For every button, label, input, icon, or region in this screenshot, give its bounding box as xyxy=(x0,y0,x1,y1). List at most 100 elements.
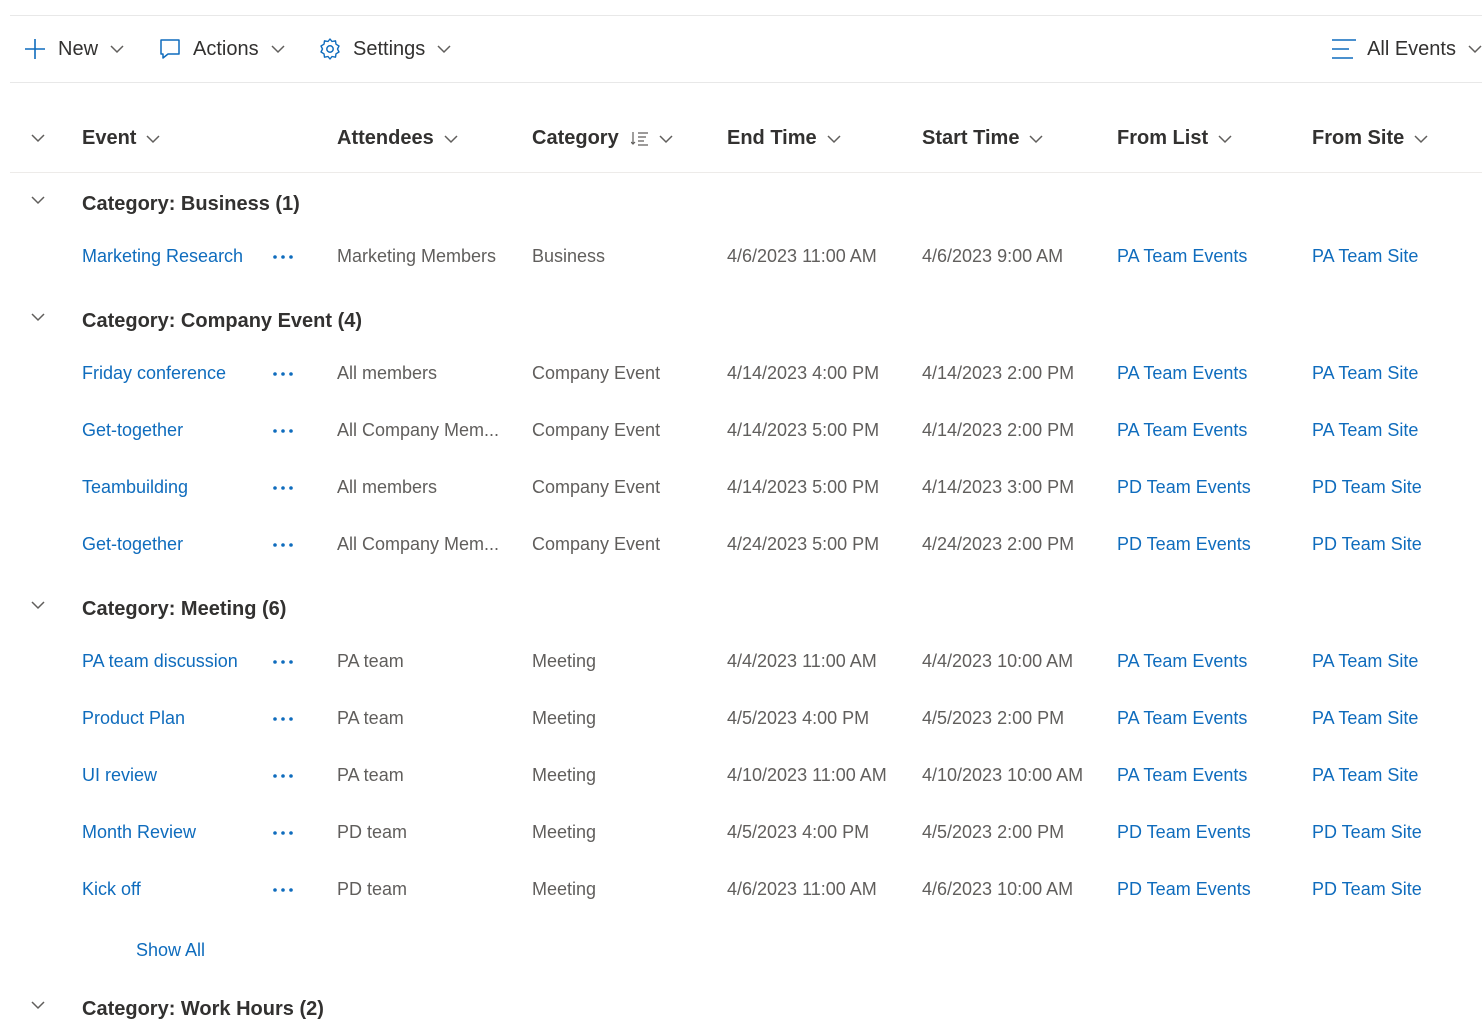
show-all-link[interactable]: Show All xyxy=(136,940,205,961)
event-title-link[interactable]: Marketing Research xyxy=(82,246,252,267)
column-header-attendees-label: Attendees xyxy=(337,127,434,149)
more-options-icon[interactable] xyxy=(268,704,298,734)
start-time-cell: 4/5/2023 2:00 PM xyxy=(922,822,1065,842)
start-time-cell: 4/6/2023 10:00 AM xyxy=(922,879,1074,899)
table-row[interactable]: PA team discussion PA team Meeting 4/4/2… xyxy=(0,643,1482,683)
from-site-link[interactable]: PA Team Site xyxy=(1312,765,1472,786)
from-list-link[interactable]: PD Team Events xyxy=(1117,822,1307,843)
attendees-cell: All Company Mem... xyxy=(337,534,500,554)
new-button[interactable]: New xyxy=(22,16,124,82)
more-options-icon[interactable] xyxy=(268,875,298,905)
collapse-all-groups-icon[interactable] xyxy=(30,131,46,149)
from-list-link[interactable]: PA Team Events xyxy=(1117,246,1307,267)
category-cell: Meeting xyxy=(532,765,597,785)
collapse-group-chevron-icon[interactable] xyxy=(30,999,46,1011)
from-list-link[interactable]: PA Team Events xyxy=(1117,765,1307,786)
table-row[interactable]: UI review PA team Meeting 4/10/2023 11:0… xyxy=(0,757,1482,797)
start-time-cell: 4/14/2023 2:00 PM xyxy=(922,420,1075,440)
table-row[interactable]: Get-together All Company Mem... Company … xyxy=(0,412,1482,452)
from-site-link[interactable]: PA Team Site xyxy=(1312,708,1472,729)
from-site-link[interactable]: PD Team Site xyxy=(1312,534,1472,555)
column-header-end-time[interactable]: End Time xyxy=(727,127,841,150)
event-title-link[interactable]: UI review xyxy=(82,765,252,786)
chevron-down-icon xyxy=(271,44,285,54)
end-time-cell: 4/5/2023 4:00 PM xyxy=(727,822,870,842)
comment-icon xyxy=(157,36,183,62)
from-site-link[interactable]: PD Team Site xyxy=(1312,822,1472,843)
from-list-link[interactable]: PA Team Events xyxy=(1117,651,1307,672)
event-title-link[interactable]: Product Plan xyxy=(82,708,252,729)
chevron-down-icon xyxy=(827,134,841,144)
column-header-from-list-label: From List xyxy=(1117,127,1209,149)
more-options-icon[interactable] xyxy=(268,473,298,503)
table-row[interactable]: Get-together All Company Mem... Company … xyxy=(0,526,1482,566)
chevron-down-icon xyxy=(1414,134,1428,144)
group-title: Category: Meeting (6) xyxy=(82,597,287,620)
column-header-row: Event Attendees Category End Time Start … xyxy=(10,107,1482,173)
table-row[interactable]: Marketing Research Marketing Members Bus… xyxy=(0,238,1482,278)
from-list-link[interactable]: PA Team Events xyxy=(1117,708,1307,729)
end-time-cell: 4/6/2023 11:00 AM xyxy=(727,246,877,266)
event-title-link[interactable]: Get-together xyxy=(82,420,252,441)
from-site-link[interactable]: PD Team Site xyxy=(1312,879,1472,900)
from-site-link[interactable]: PD Team Site xyxy=(1312,477,1472,498)
more-options-icon[interactable] xyxy=(268,242,298,272)
collapse-group-chevron-icon[interactable] xyxy=(30,194,46,206)
settings-button[interactable]: Settings xyxy=(317,16,451,82)
view-list-icon xyxy=(1331,36,1357,62)
more-options-icon[interactable] xyxy=(268,818,298,848)
table-row[interactable]: Teambuilding All members Company Event 4… xyxy=(0,469,1482,509)
column-header-end-time-label: End Time xyxy=(727,127,817,149)
actions-button[interactable]: Actions xyxy=(157,16,285,82)
column-header-attendees[interactable]: Attendees xyxy=(337,127,458,150)
event-title-link[interactable]: Kick off xyxy=(82,879,252,900)
from-list-link[interactable]: PA Team Events xyxy=(1117,363,1307,384)
new-button-label: New xyxy=(58,37,99,60)
from-list-link[interactable]: PD Team Events xyxy=(1117,477,1307,498)
more-options-icon[interactable] xyxy=(268,416,298,446)
from-site-link[interactable]: PA Team Site xyxy=(1312,420,1472,441)
start-time-cell: 4/24/2023 2:00 PM xyxy=(922,534,1075,554)
attendees-cell: All Company Mem... xyxy=(337,420,500,440)
start-time-cell: 4/4/2023 10:00 AM xyxy=(922,651,1074,671)
view-switcher-button[interactable]: All Events xyxy=(1331,16,1482,82)
column-header-from-site[interactable]: From Site xyxy=(1312,127,1428,150)
event-title-link[interactable]: Get-together xyxy=(82,534,252,555)
attendees-cell: PA team xyxy=(337,651,404,671)
table-row[interactable]: Month Review PD team Meeting 4/5/2023 4:… xyxy=(0,814,1482,854)
table-row[interactable]: Friday conference All members Company Ev… xyxy=(0,355,1482,395)
from-list-link[interactable]: PD Team Events xyxy=(1117,879,1307,900)
table-row[interactable]: Kick off PD team Meeting 4/6/2023 11:00 … xyxy=(0,871,1482,911)
event-title-link[interactable]: Friday conference xyxy=(82,363,252,384)
column-header-start-time[interactable]: Start Time xyxy=(922,127,1043,150)
more-options-icon[interactable] xyxy=(268,530,298,560)
chevron-down-icon xyxy=(659,134,673,144)
more-options-icon[interactable] xyxy=(268,359,298,389)
event-title-link[interactable]: Month Review xyxy=(82,822,252,843)
collapse-group-chevron-icon[interactable] xyxy=(30,599,46,611)
from-list-link[interactable]: PD Team Events xyxy=(1117,534,1307,555)
chevron-down-icon xyxy=(1218,134,1232,144)
from-site-link[interactable]: PA Team Site xyxy=(1312,651,1472,672)
group-title: Category: Business (1) xyxy=(82,192,300,215)
column-header-from-list[interactable]: From List xyxy=(1117,127,1232,150)
more-options-icon[interactable] xyxy=(268,647,298,677)
category-cell: Meeting xyxy=(532,651,597,671)
category-cell: Company Event xyxy=(532,420,661,440)
from-site-link[interactable]: PA Team Site xyxy=(1312,363,1472,384)
column-header-category[interactable]: Category xyxy=(532,127,673,150)
more-options-icon[interactable] xyxy=(268,761,298,791)
category-cell: Business xyxy=(532,246,606,266)
group-by-icon xyxy=(630,130,649,148)
attendees-cell: Marketing Members xyxy=(337,246,497,266)
events-list-page: New Actions Settings All Events Event At… xyxy=(0,0,1482,1034)
category-cell: Meeting xyxy=(532,708,597,728)
table-row[interactable]: Product Plan PA team Meeting 4/5/2023 4:… xyxy=(0,700,1482,740)
from-list-link[interactable]: PA Team Events xyxy=(1117,420,1307,441)
event-title-link[interactable]: Teambuilding xyxy=(82,477,252,498)
collapse-group-chevron-icon[interactable] xyxy=(30,311,46,323)
group-title: Category: Company Event (4) xyxy=(82,309,363,332)
event-title-link[interactable]: PA team discussion xyxy=(82,651,252,672)
column-header-event[interactable]: Event xyxy=(82,127,160,150)
from-site-link[interactable]: PA Team Site xyxy=(1312,246,1472,267)
